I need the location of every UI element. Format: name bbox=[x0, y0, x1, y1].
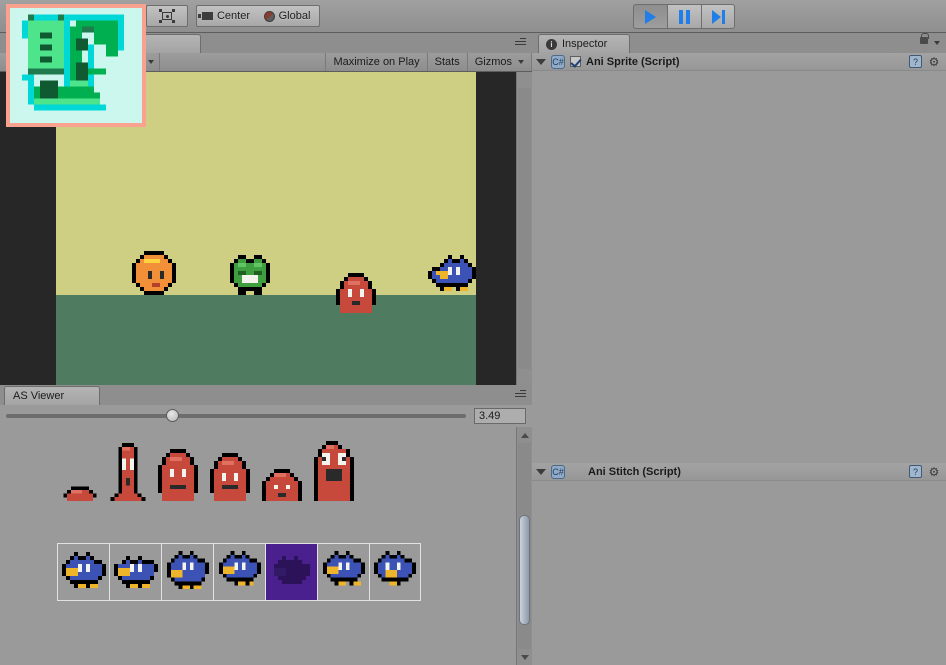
panel-menu-icon[interactable] bbox=[515, 38, 526, 45]
play-button[interactable] bbox=[633, 4, 667, 29]
component-title: Ani Stitch (Script) bbox=[588, 465, 681, 478]
scroll-down-arrow[interactable] bbox=[517, 650, 533, 664]
tab-inspector[interactable]: i Inspector bbox=[538, 34, 630, 53]
green-frog-critter bbox=[230, 255, 270, 295]
blob-frame[interactable] bbox=[310, 441, 358, 501]
blob-frame[interactable] bbox=[58, 479, 102, 501]
foldout-icon[interactable] bbox=[536, 468, 546, 475]
step-forward-icon bbox=[711, 9, 725, 24]
inspector-tab-bar: i Inspector bbox=[532, 33, 946, 53]
bird-frame-cell[interactable] bbox=[109, 543, 161, 601]
maximize-on-play-label: Maximize on Play bbox=[333, 56, 420, 68]
as-viewer-tab-bar: AS Viewer bbox=[0, 385, 532, 405]
stats-toggle[interactable]: Stats bbox=[428, 53, 468, 71]
global-label: Global bbox=[278, 10, 311, 22]
csharp-script-icon: C# bbox=[551, 54, 565, 69]
blob-frame[interactable] bbox=[258, 465, 306, 501]
maximize-on-play-toggle[interactable]: Maximize on Play bbox=[326, 53, 428, 71]
blob-frame[interactable] bbox=[154, 449, 202, 501]
info-icon: i bbox=[546, 38, 557, 50]
component-header-ani-stitch[interactable]: C# Ani Stitch (Script) ? ⚙ bbox=[532, 463, 946, 481]
blue-bird-critter bbox=[428, 255, 476, 291]
bird-frame-cell[interactable] bbox=[369, 543, 421, 601]
bird-frame-strip bbox=[57, 543, 421, 601]
pause-button[interactable] bbox=[667, 4, 701, 29]
step-button[interactable] bbox=[701, 4, 735, 29]
zoom-value: 3.49 bbox=[479, 410, 501, 422]
bird-frame-cell-selected[interactable] bbox=[265, 543, 317, 601]
gear-icon[interactable]: ⚙ bbox=[927, 55, 941, 69]
pause-icon bbox=[679, 9, 690, 24]
bird-frame-cell[interactable] bbox=[317, 543, 369, 601]
component-title: Ani Sprite (Script) bbox=[586, 55, 680, 68]
zoom-slider[interactable] bbox=[6, 409, 466, 422]
sprite-preview-overlay bbox=[6, 4, 146, 127]
tab-as-viewer-label: AS Viewer bbox=[13, 390, 65, 402]
inspector-panel: i Inspector C# Ani Sprite (Script) ? ⚙ !… bbox=[532, 33, 946, 665]
blob-frame[interactable] bbox=[206, 453, 254, 501]
camera-icon bbox=[197, 12, 213, 20]
bird-frame-cell[interactable] bbox=[213, 543, 265, 601]
component-enabled-checkbox[interactable] bbox=[570, 56, 581, 67]
scroll-up-arrow[interactable] bbox=[517, 428, 533, 442]
csharp-script-icon: C# bbox=[551, 464, 565, 479]
chevron-down-icon[interactable] bbox=[934, 41, 940, 45]
bird-frame-cell[interactable] bbox=[57, 543, 109, 601]
playback-controls bbox=[633, 4, 735, 29]
stats-label: Stats bbox=[434, 56, 460, 68]
sprite-sheet-canvas[interactable] bbox=[0, 427, 516, 665]
pivot-mode-center-button[interactable]: Center bbox=[196, 5, 256, 27]
orange-round-critter bbox=[132, 251, 176, 295]
game-view-scrollbar[interactable] bbox=[516, 72, 532, 385]
blob-frame-strip bbox=[58, 441, 358, 501]
gear-icon[interactable]: ⚙ bbox=[927, 465, 941, 479]
handle-space-global-button[interactable]: Global bbox=[255, 5, 320, 27]
pivot-rect-icon bbox=[159, 9, 175, 23]
globe-icon bbox=[263, 10, 275, 22]
tab-as-viewer[interactable]: AS Viewer bbox=[4, 386, 100, 405]
foldout-icon[interactable] bbox=[536, 58, 546, 65]
pivot-rect-icon-button[interactable] bbox=[146, 5, 188, 27]
blob-frame[interactable] bbox=[106, 443, 150, 501]
panel-menu-icon[interactable] bbox=[515, 390, 526, 397]
zoom-value-field[interactable]: 3.49 bbox=[474, 408, 526, 424]
scale-slider[interactable] bbox=[160, 53, 327, 71]
bird-frame-cell[interactable] bbox=[161, 543, 213, 601]
lock-icon[interactable] bbox=[920, 33, 929, 44]
chevron-down-icon bbox=[518, 60, 524, 64]
component-header-ani-sprite[interactable]: C# Ani Sprite (Script) ? ⚙ bbox=[532, 53, 946, 71]
zoom-slider-handle[interactable] bbox=[166, 409, 179, 422]
chevron-down-icon bbox=[148, 60, 154, 64]
help-icon[interactable]: ? bbox=[909, 55, 922, 68]
red-blob-critter bbox=[336, 273, 376, 313]
inspector-content: C# Ani Sprite (Script) ? ⚙ bbox=[532, 53, 946, 665]
ground-plane bbox=[56, 295, 476, 385]
center-label: Center bbox=[216, 10, 251, 22]
as-viewer-panel: AS Viewer 3.49 bbox=[0, 385, 532, 665]
as-viewer-toolbar: 3.49 bbox=[0, 405, 532, 427]
gizmos-label: Gizmos bbox=[474, 56, 512, 68]
scrollbar-thumb[interactable] bbox=[519, 515, 530, 625]
tab-inspector-label: Inspector bbox=[562, 38, 608, 50]
gizmos-dropdown[interactable]: Gizmos bbox=[468, 53, 532, 71]
help-icon[interactable]: ? bbox=[909, 465, 922, 478]
as-viewer-scrollbar[interactable] bbox=[516, 427, 532, 665]
play-icon bbox=[645, 9, 656, 24]
